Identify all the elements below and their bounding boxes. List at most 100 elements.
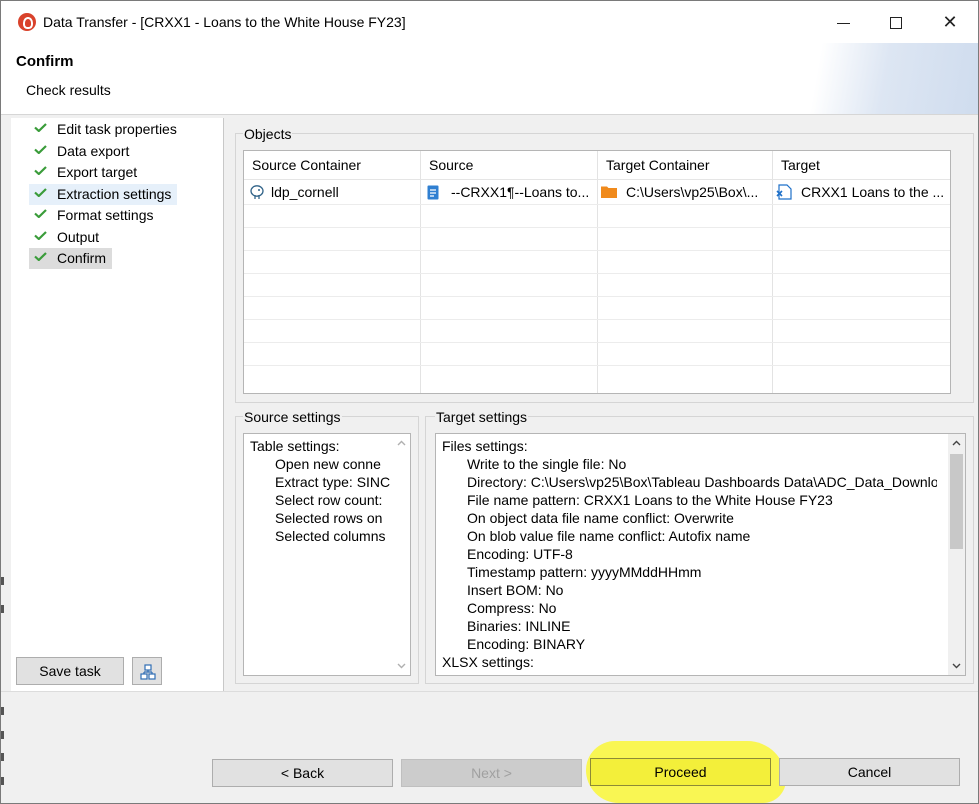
scroll-down-icon[interactable] bbox=[952, 661, 961, 670]
save-task-button[interactable]: Save task bbox=[16, 657, 124, 685]
check-icon bbox=[34, 252, 47, 261]
column-header-target[interactable]: Target bbox=[773, 151, 950, 180]
objects-group-title: Objects bbox=[243, 126, 293, 142]
nav-item-label: Extraction settings bbox=[57, 186, 172, 202]
edge-mark bbox=[1, 777, 4, 785]
nav-item-label: Edit task properties bbox=[57, 121, 177, 137]
settings-line: On object data file name conflict: Overw… bbox=[467, 510, 734, 526]
grid-line bbox=[244, 342, 950, 343]
wizard-header: Confirm Check results bbox=[1, 43, 978, 115]
edge-mark bbox=[1, 577, 4, 585]
target-container-value: C:\Users\vp25\Box\... bbox=[626, 184, 759, 200]
check-icon bbox=[34, 209, 47, 218]
scroll-down-icon[interactable] bbox=[397, 661, 406, 670]
target-settings-text[interactable]: Files settings: Write to the single file… bbox=[435, 433, 966, 676]
nav-item-label: Data export bbox=[57, 143, 130, 159]
window-title: Data Transfer - [CRXX1 - Loans to the Wh… bbox=[43, 14, 406, 30]
excel-file-icon bbox=[776, 184, 792, 200]
proceed-button[interactable]: Proceed bbox=[590, 758, 771, 786]
settings-line: On blob value file name conflict: Autofi… bbox=[467, 528, 751, 544]
wizard-button-bar: < Back Next > bbox=[1, 691, 978, 803]
settings-line: Timestamp pattern: yyyyMMddHHmm bbox=[467, 564, 702, 580]
target-value: CRXX1 Loans to the ... bbox=[801, 184, 945, 200]
folder-icon bbox=[601, 186, 617, 198]
grid-line bbox=[244, 250, 950, 251]
grid-line bbox=[244, 319, 950, 320]
back-button[interactable]: < Back bbox=[212, 759, 393, 787]
column-header-source-container[interactable]: Source Container bbox=[244, 151, 421, 180]
settings-line: File name pattern: CRXX1 Loans to the Wh… bbox=[467, 492, 833, 508]
task-config-button[interactable] bbox=[132, 657, 162, 685]
scroll-up-icon[interactable] bbox=[952, 439, 961, 448]
wizard-steps-nav: Edit task properties Data export Export … bbox=[11, 118, 224, 691]
source-container-value: ldp_cornell bbox=[271, 184, 339, 200]
nav-item-format-settings[interactable]: Format settings bbox=[29, 205, 159, 226]
edge-mark bbox=[1, 707, 4, 715]
nav-item-output[interactable]: Output bbox=[29, 227, 105, 248]
data-transfer-window: Data Transfer - [CRXX1 - Loans to the Wh… bbox=[0, 0, 979, 804]
check-icon bbox=[34, 231, 47, 240]
check-icon bbox=[34, 145, 47, 154]
nav-item-label: Output bbox=[57, 229, 100, 245]
column-header-source[interactable]: Source bbox=[421, 151, 598, 180]
settings-line: Files settings: bbox=[442, 438, 528, 454]
minimize-icon bbox=[836, 22, 850, 24]
settings-line: Selected rows on bbox=[275, 510, 383, 526]
check-icon bbox=[34, 166, 47, 175]
nav-item-label: Confirm bbox=[57, 250, 107, 266]
settings-line: Compress: No bbox=[467, 600, 557, 616]
column-header-target-container[interactable]: Target Container bbox=[598, 151, 773, 180]
settings-line: Binaries: INLINE bbox=[467, 618, 571, 634]
nav-item-data-export[interactable]: Data export bbox=[29, 141, 135, 162]
next-button[interactable]: Next > bbox=[401, 759, 582, 787]
target-settings-title: Target settings bbox=[435, 409, 529, 425]
sql-script-icon bbox=[427, 185, 439, 200]
nav-item-extraction-settings[interactable]: Extraction settings bbox=[29, 184, 178, 205]
edge-mark bbox=[1, 753, 4, 761]
cancel-button[interactable]: Cancel bbox=[779, 758, 960, 786]
check-icon bbox=[34, 123, 47, 132]
postgresql-elephant-icon bbox=[250, 185, 264, 199]
confirm-content: Objects Source Container Source Target C… bbox=[225, 118, 978, 691]
nav-item-edit-task-properties[interactable]: Edit task properties bbox=[29, 119, 183, 140]
objects-table[interactable]: Source Container Source Target Container… bbox=[243, 150, 951, 394]
table-row-target[interactable]: CRXX1 Loans to the ... bbox=[773, 181, 950, 204]
page-title: Confirm bbox=[16, 53, 74, 70]
edge-mark bbox=[1, 731, 4, 739]
settings-line: Selected columns bbox=[275, 528, 386, 544]
hierarchy-icon bbox=[140, 664, 156, 680]
check-icon bbox=[34, 188, 47, 197]
nav-item-label: Export target bbox=[57, 164, 138, 180]
scroll-up-icon[interactable] bbox=[397, 439, 406, 448]
settings-line: Select row count: bbox=[275, 492, 383, 508]
source-settings-title: Source settings bbox=[243, 409, 342, 425]
scrollbar-thumb[interactable] bbox=[950, 454, 963, 549]
settings-line: Insert BOM: No bbox=[467, 582, 564, 598]
source-settings-text[interactable]: Table settings: Open new conne Extract t… bbox=[243, 433, 411, 676]
nav-item-export-target[interactable]: Export target bbox=[29, 162, 143, 183]
close-button[interactable]: ✕ bbox=[927, 5, 973, 39]
source-settings-scrollbar[interactable] bbox=[393, 434, 410, 675]
settings-line: Write to the single file: No bbox=[467, 456, 627, 472]
settings-line: XLSX settings: bbox=[442, 654, 534, 670]
settings-line: Table settings: bbox=[250, 438, 340, 454]
table-row-target-container[interactable]: C:\Users\vp25\Box\... bbox=[598, 181, 772, 204]
maximize-button[interactable] bbox=[873, 5, 919, 39]
table-row-source[interactable]: --CRXX1¶--Loans to... bbox=[421, 181, 597, 204]
nav-item-label: Format settings bbox=[57, 207, 154, 223]
close-icon: ✕ bbox=[942, 12, 958, 32]
nav-item-confirm[interactable]: Confirm bbox=[29, 248, 113, 269]
grid-line bbox=[244, 273, 950, 274]
grid-line bbox=[244, 365, 950, 366]
minimize-button[interactable] bbox=[820, 5, 866, 39]
dbeaver-app-icon bbox=[18, 13, 36, 31]
grid-line bbox=[244, 227, 950, 228]
grid-line bbox=[244, 204, 950, 205]
settings-line: Directory: C:\Users\vp25\Box\Tableau Das… bbox=[467, 474, 937, 490]
target-settings-scrollbar[interactable] bbox=[948, 434, 965, 675]
settings-line: Encoding: BINARY bbox=[467, 636, 586, 652]
settings-line: Open new conne bbox=[275, 456, 381, 472]
edge-mark bbox=[1, 605, 4, 613]
page-subtitle: Check results bbox=[26, 82, 111, 98]
table-row-source-container[interactable]: ldp_cornell bbox=[244, 181, 420, 204]
